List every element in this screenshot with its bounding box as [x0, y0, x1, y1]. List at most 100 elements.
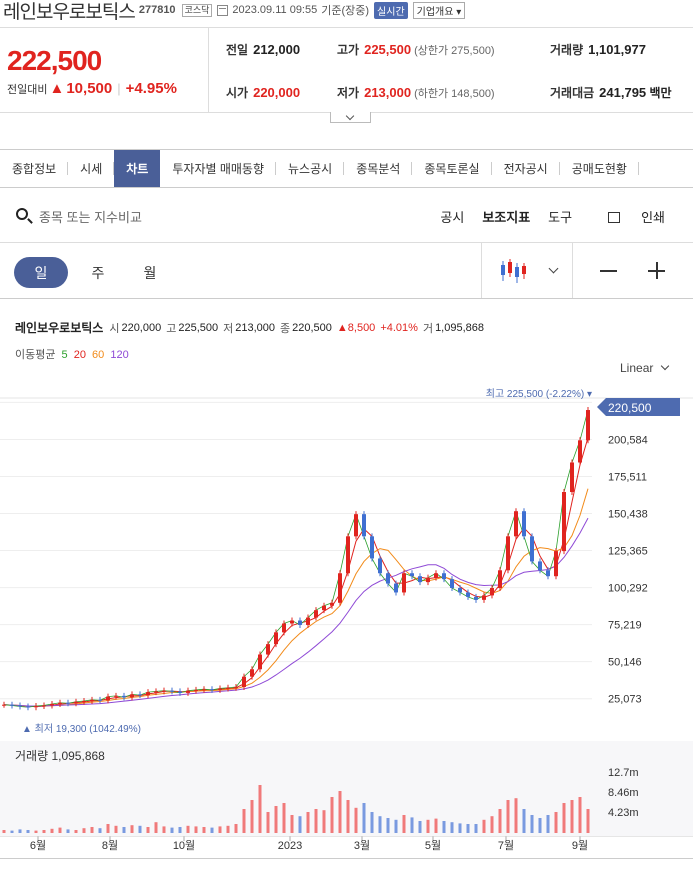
volume-tick-label: 8.46m	[608, 787, 639, 799]
page-root: 레인보우로보틱스 277810 코스닥 2023.09.11 09:55 기준(…	[0, 0, 693, 890]
volume-bar	[378, 816, 382, 833]
candle-body	[282, 623, 286, 633]
volume-bar	[410, 817, 414, 833]
volume-bar	[226, 825, 230, 833]
volume-bar	[298, 816, 302, 833]
volume-bar	[570, 800, 574, 833]
y-tick-label: 25,073	[608, 694, 642, 706]
volume-bar	[146, 827, 150, 833]
volume-bar	[586, 809, 590, 833]
candle-body	[26, 706, 30, 708]
volume-bar	[578, 797, 582, 833]
volume-bar	[506, 800, 510, 833]
volume-bar	[282, 803, 286, 833]
volume-bar	[306, 812, 310, 833]
x-tick-label: 7월	[498, 839, 514, 852]
last-price-label: 220,500	[608, 401, 652, 415]
volume-bar	[322, 810, 326, 833]
candle-body	[298, 620, 302, 625]
candle-body	[194, 689, 198, 691]
volume-bar	[522, 809, 526, 833]
min-price-label: ▲ 최저 19,300 (1042.49%)	[22, 723, 141, 735]
candle-body	[378, 558, 382, 574]
volume-bar	[250, 800, 254, 833]
candle-body	[258, 654, 262, 670]
candle-body	[210, 689, 214, 691]
volume-bar	[82, 828, 86, 833]
ma-5-line	[3, 409, 589, 708]
candle-body	[546, 570, 550, 577]
x-tick-label: 2023	[278, 840, 302, 852]
price-chart[interactable]: 225,657200,584175,511150,438125,365100,2…	[0, 0, 693, 890]
candle-body	[402, 573, 406, 593]
y-tick-label: 200,584	[608, 434, 648, 446]
volume-bar	[330, 797, 334, 833]
candle-body	[58, 702, 62, 704]
ma-60-line	[3, 488, 589, 707]
candle-body	[338, 573, 342, 603]
volume-bar	[346, 800, 350, 833]
candle-body	[106, 696, 110, 701]
candle-body	[226, 687, 230, 689]
candle-body	[274, 632, 278, 645]
x-tick-label: 10월	[173, 839, 195, 852]
volume-bar	[442, 821, 446, 833]
candle-body	[514, 511, 518, 537]
volume-bar	[50, 828, 54, 833]
candle-body	[250, 669, 254, 677]
candle-body	[506, 536, 510, 571]
volume-bar	[90, 827, 94, 833]
volume-bar	[266, 812, 270, 833]
volume-bar	[370, 812, 374, 833]
candle-body	[586, 410, 590, 441]
volume-bar	[122, 827, 126, 833]
volume-bar	[394, 819, 398, 833]
candle-body	[306, 617, 310, 625]
volume-bar	[538, 818, 542, 833]
candle-body	[450, 579, 454, 589]
candle-body	[18, 705, 22, 707]
candle-body	[370, 536, 374, 559]
candle-body	[410, 573, 414, 577]
candle-body	[202, 689, 206, 691]
candle-body	[482, 595, 486, 600]
volume-bar	[202, 827, 206, 833]
volume-bar	[162, 826, 166, 833]
volume-bar	[26, 830, 30, 833]
candle-body	[154, 691, 158, 693]
candle-body	[570, 462, 574, 493]
x-tick-label: 8월	[102, 839, 118, 852]
volume-bar	[130, 825, 134, 833]
candle-body	[82, 701, 86, 703]
volume-bar	[2, 830, 6, 833]
volume-bar	[66, 829, 70, 833]
candle-body	[562, 492, 566, 552]
volume-bar	[170, 827, 174, 833]
volume-bar	[10, 830, 14, 833]
candle-body	[474, 596, 478, 600]
y-tick-label: 100,292	[608, 583, 648, 595]
volume-bar	[482, 819, 486, 833]
candle-body	[146, 692, 150, 696]
volume-bar	[58, 827, 62, 833]
candle-body	[530, 536, 534, 562]
candle-body	[314, 610, 318, 618]
volume-bar	[554, 812, 558, 833]
volume-bar	[114, 825, 118, 833]
volume-bar	[354, 807, 358, 833]
volume-bar	[258, 785, 262, 833]
candle-body	[66, 702, 70, 704]
volume-bar	[474, 824, 478, 833]
volume-bar	[530, 815, 534, 833]
y-tick-label: 50,146	[608, 657, 642, 669]
volume-bar	[546, 815, 550, 833]
candle-body	[458, 588, 462, 593]
volume-bar	[426, 819, 430, 833]
volume-bar	[418, 821, 422, 833]
candle-body	[170, 690, 174, 692]
x-tick-label: 3월	[354, 839, 370, 852]
volume-bar	[74, 830, 78, 833]
volume-bar	[562, 803, 566, 833]
volume-bar	[234, 824, 238, 833]
volume-bar	[450, 822, 454, 833]
